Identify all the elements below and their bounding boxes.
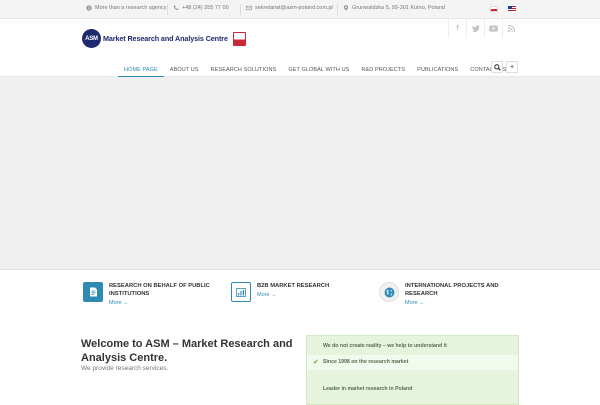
hero-banner — [0, 77, 600, 270]
search-button[interactable] — [491, 61, 503, 73]
globe-icon — [379, 282, 399, 302]
envelope-icon — [246, 5, 252, 11]
email-text: sekretariat@asm-poland.com.pl — [255, 5, 333, 11]
rss-icon[interactable] — [502, 19, 520, 38]
welcome-subtitle: We provide research services. — [81, 365, 169, 372]
nav-rd-projects[interactable]: R&D PROJECTS — [355, 63, 411, 77]
address-item: Grunwaldzka 5, 99-301 Kutno, Poland — [343, 5, 445, 11]
tagline-text: More than a research agency — [95, 5, 167, 11]
english-flag-icon[interactable] — [508, 6, 516, 12]
chart-icon — [231, 282, 251, 302]
site-logo[interactable]: ASM Market Research and Analysis Centre — [82, 29, 246, 48]
feature-title: RESEARCH ON BEHALF OF PUBLIC INSTITUTION… — [109, 283, 210, 297]
phone-text: +48 (24) 355 77 00 — [182, 5, 229, 11]
info-icon — [86, 5, 92, 11]
checkmark-icon: ✔ — [313, 359, 319, 366]
logo-mark-icon — [232, 31, 246, 46]
highlight-item: We do not create reality – we help to un… — [323, 343, 447, 349]
highlights-panel: We do not create reality – we help to un… — [306, 335, 519, 405]
divider — [240, 4, 241, 15]
feature-international[interactable]: INTERNATIONAL PROJECTS AND RESEARCH More… — [379, 282, 517, 306]
more-link[interactable]: More → — [257, 292, 367, 298]
more-link[interactable]: More → — [405, 300, 517, 306]
feature-public-institutions[interactable]: RESEARCH ON BEHALF OF PUBLIC INSTITUTION… — [83, 282, 227, 306]
logo-text: Market Research and Analysis Centre — [103, 34, 228, 43]
facebook-icon[interactable]: f — [448, 19, 466, 38]
plus-button[interactable]: + — [506, 61, 518, 73]
feature-title: INTERNATIONAL PROJECTS AND RESEARCH — [405, 283, 499, 297]
highlight-text: Since 1998 on the research market — [323, 359, 409, 365]
nav-get-global[interactable]: GET GLOBAL WITH US — [282, 63, 355, 77]
highlight-item: Leader in market research in Poland — [323, 386, 413, 392]
tagline-item: More than a research agency — [86, 5, 167, 11]
polish-flag-icon[interactable] — [490, 6, 498, 12]
highlight-item-checked: ✔ Since 1998 on the research market — [307, 355, 518, 370]
nav-publications[interactable]: PUBLICATIONS — [411, 63, 464, 77]
divider — [167, 4, 168, 15]
logo-badge: ASM — [82, 29, 101, 48]
social-links: f — [448, 19, 520, 38]
feature-title: B2B MARKET RESEARCH — [257, 283, 330, 289]
map-pin-icon — [343, 5, 349, 11]
phone-item[interactable]: +48 (24) 355 77 00 — [173, 5, 229, 11]
email-item[interactable]: sekretariat@asm-poland.com.pl — [246, 5, 333, 11]
divider — [337, 4, 338, 15]
nav-about-us[interactable]: ABOUT US — [164, 63, 205, 77]
main-nav: HOME PAGE ABOUT US RESEARCH SOLUTIONS GE… — [118, 63, 513, 77]
document-icon — [83, 282, 103, 302]
welcome-title: Welcome to ASM – Market Research and Ana… — [81, 338, 293, 364]
feature-b2b[interactable]: B2B MARKET RESEARCH More → — [231, 282, 367, 302]
twitter-icon[interactable] — [466, 19, 484, 38]
nav-home-page[interactable]: HOME PAGE — [118, 63, 164, 77]
search-icon — [493, 63, 501, 71]
top-bar: More than a research agency +48 (24) 355… — [0, 0, 600, 19]
address-text: Grunwaldzka 5, 99-301 Kutno, Poland — [352, 5, 445, 11]
more-link[interactable]: More → — [109, 300, 227, 306]
youtube-icon[interactable] — [484, 19, 502, 38]
nav-research-solutions[interactable]: RESEARCH SOLUTIONS — [205, 63, 283, 77]
phone-icon — [173, 5, 179, 10]
